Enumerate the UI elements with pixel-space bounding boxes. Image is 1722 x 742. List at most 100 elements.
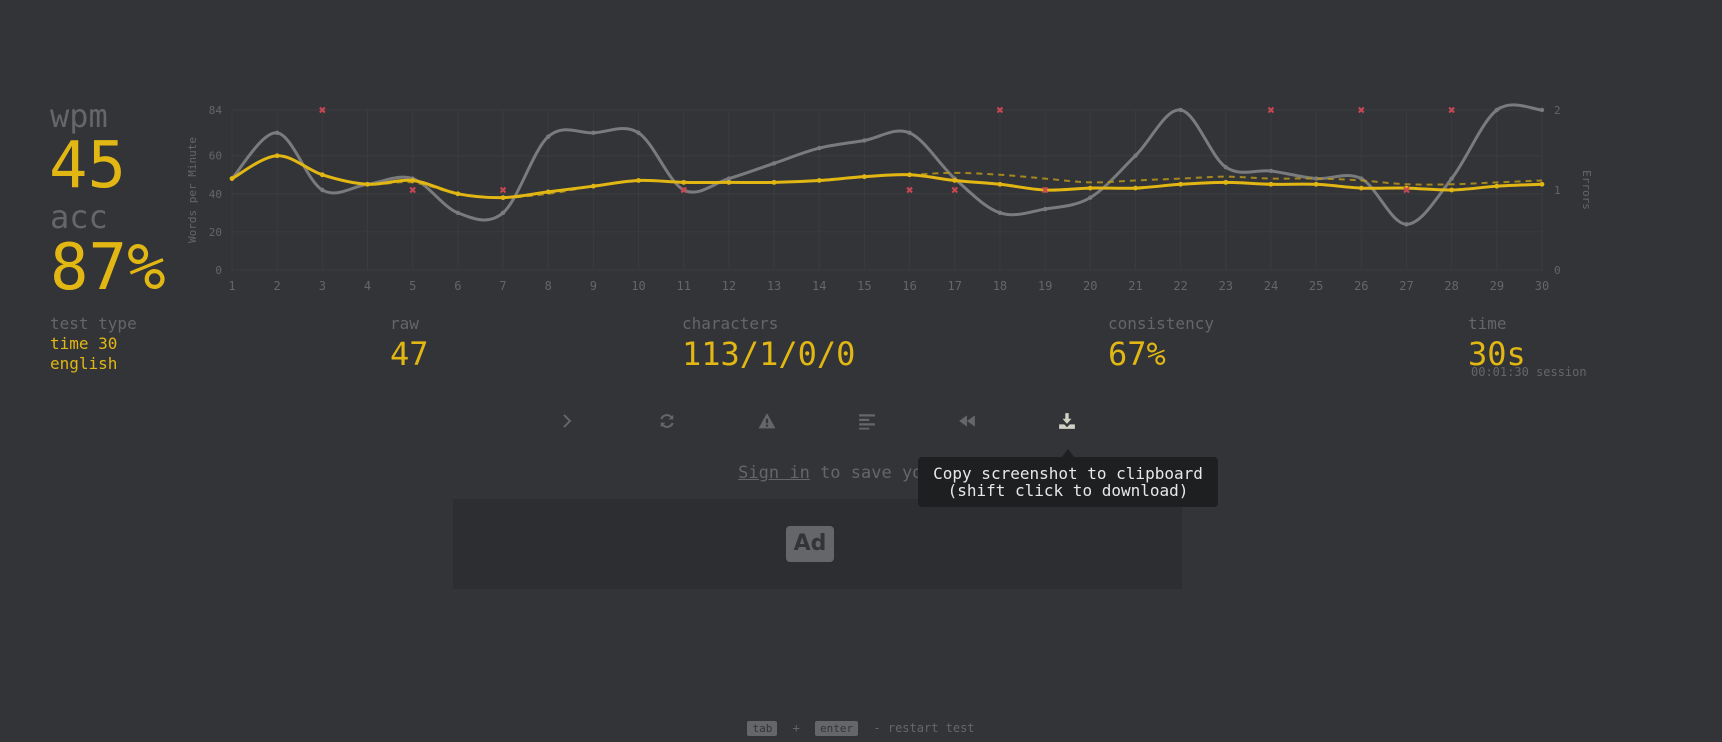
wpm-point: [862, 174, 867, 180]
x-tick-label: 10: [631, 279, 645, 293]
restart-hint-text: - restart test: [873, 721, 975, 735]
download-icon: [1059, 413, 1075, 429]
wpm-point: [500, 195, 506, 201]
raw-point: [907, 130, 912, 136]
wpm-point: [1358, 185, 1364, 191]
x-tick-label: 7: [499, 279, 506, 293]
backward-icon: [959, 415, 975, 427]
raw-point: [1088, 195, 1093, 200]
practice-words-button[interactable]: [747, 401, 787, 441]
raw-label: raw: [390, 314, 419, 333]
y2-tick-label: 0: [1554, 264, 1561, 277]
y-tick-label: 84: [209, 104, 223, 117]
word-history-button[interactable]: [847, 401, 887, 441]
plus-sign: +: [792, 721, 800, 735]
x-tick-label: 12: [722, 279, 736, 293]
wpm-point: [997, 181, 1003, 187]
wpm-point: [365, 181, 370, 187]
raw-point: [1178, 107, 1183, 113]
y-tick-label: 40: [209, 188, 222, 201]
wpm-point: [771, 179, 777, 185]
results-chart[interactable]: 1 2 3 4 5 6 7 8 9 10 11 12 13 14 15 16 17 18 19 20 21 22 23 24 2…: [180, 96, 1600, 306]
wpm-point: [455, 191, 461, 197]
characters-value: 113/1/0/0: [682, 335, 856, 373]
raw-value: 47: [390, 335, 429, 373]
raw-series-line: [230, 103, 1543, 226]
raw-point: [1494, 107, 1500, 113]
x-tick-label: 6: [454, 279, 461, 293]
x-tick-label: 1: [228, 279, 235, 293]
signin-link[interactable]: Sign in: [738, 463, 810, 483]
wpm-point: [907, 172, 912, 178]
x-tick-label: 24: [1264, 279, 1278, 293]
x-tick-label: 9: [590, 279, 597, 293]
wpm-point: [545, 189, 551, 195]
x-tick-label: 30: [1535, 279, 1549, 293]
wpm-point: [319, 172, 325, 178]
test-type-mode[interactable]: time 30: [50, 334, 137, 354]
raw-point: [1404, 222, 1409, 227]
refresh-icon: [660, 414, 674, 428]
wpm-point: [1087, 185, 1093, 191]
x-tick-label: 19: [1038, 279, 1052, 293]
enter-key: enter: [815, 721, 859, 736]
characters-group: characters 113/1/0/0: [682, 314, 855, 374]
x-tick-label: 26: [1354, 279, 1368, 293]
test-type-language[interactable]: english: [50, 354, 137, 374]
y-axis-title: Words per Minute: [186, 137, 199, 243]
y-tick-label: 20: [209, 226, 222, 239]
x-tick-label: 22: [1173, 279, 1187, 293]
consistency-value: 67%: [1108, 335, 1166, 373]
next-test-button[interactable]: [548, 401, 588, 441]
wpm-point: [1494, 183, 1500, 189]
wpm-point: [1223, 179, 1229, 185]
wpm-point: [590, 183, 596, 189]
x-tick-label: 23: [1219, 279, 1233, 293]
raw-point: [1539, 107, 1545, 113]
replay-button[interactable]: [947, 401, 987, 441]
test-type-label: test type: [50, 314, 137, 333]
wpm-point: [1178, 181, 1184, 187]
raw-group: raw 47: [390, 314, 429, 374]
repeat-test-button[interactable]: [647, 401, 687, 441]
x-tick-label: 25: [1309, 279, 1323, 293]
save-screenshot-button[interactable]: [1047, 401, 1087, 441]
x-tick-label: 5: [409, 279, 416, 293]
x-tick-label: 2: [274, 279, 281, 293]
signin-message: Sign in to save your res: [0, 462, 1722, 484]
raw-point: [1042, 206, 1048, 212]
footer-hint: tab + enter - restart test: [0, 720, 1722, 737]
wpm-point: [1449, 187, 1455, 193]
wpm-point: [1133, 185, 1138, 191]
raw-point: [500, 210, 506, 216]
wpm-point: [636, 178, 641, 183]
x-tick-label: 29: [1490, 279, 1504, 293]
wpm-point: [681, 179, 687, 185]
screenshot-tooltip: Copy screenshot to clipboard (shift clic…: [918, 457, 1218, 507]
x-tick-label: 28: [1444, 279, 1458, 293]
time-label: time: [1468, 314, 1507, 333]
x-tick-label: 27: [1399, 279, 1413, 293]
tooltip-line-2: (shift click to download): [947, 481, 1189, 500]
ad-container[interactable]: Ad: [453, 499, 1182, 589]
time-session: 00:01:30 session: [1471, 365, 1587, 379]
ad-badge: Ad: [786, 526, 834, 562]
y2-axis-title: Errors: [1580, 170, 1593, 210]
raw-point: [997, 210, 1003, 216]
wpm-point: [410, 178, 416, 183]
tab-key: tab: [747, 721, 778, 736]
raw-point: [1268, 168, 1274, 174]
y-tick-label: 60: [209, 150, 222, 163]
x-tick-label: 3: [319, 279, 326, 293]
consistency-label: consistency: [1108, 314, 1214, 333]
raw-point: [591, 130, 596, 136]
x-tick-label: 18: [993, 279, 1007, 293]
wpm-point: [1313, 181, 1319, 187]
x-tick-label: 16: [902, 279, 916, 293]
wpm-point: [1268, 181, 1274, 187]
x-tick-label: 4: [364, 279, 371, 293]
y2-tick-label: 1: [1554, 184, 1561, 197]
wpm-value: 45: [49, 129, 127, 203]
characters-label: characters: [682, 314, 779, 333]
raw-point: [636, 130, 641, 136]
